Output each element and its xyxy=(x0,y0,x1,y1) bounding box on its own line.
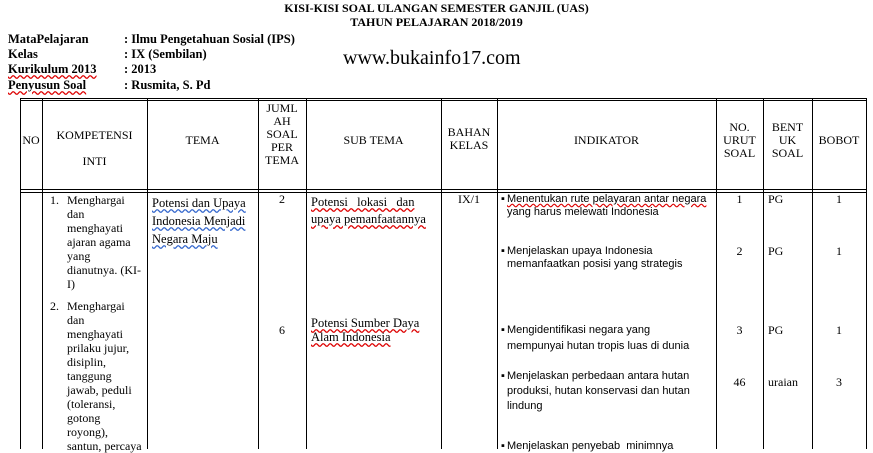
meta-label-subject: MataPelajaran xyxy=(8,32,89,46)
urut-soal-value: 1 xyxy=(736,192,743,206)
kompetensi-line: tanggung xyxy=(67,369,112,383)
meta-label-curriculum: Kurikulum 2013 xyxy=(8,62,97,76)
subtema-2-line: Alam Indonesia xyxy=(311,330,391,344)
bullet-icon: ▪ xyxy=(501,370,505,382)
header-tema: TEMA xyxy=(185,133,220,147)
bullet-icon: ▪ xyxy=(501,193,505,205)
kompetensi-line: I) xyxy=(67,277,75,291)
indikator-line: Menentukan rute pelayaran antar negara xyxy=(507,193,707,205)
bahan-kelas-value: IX/1 xyxy=(458,192,480,206)
meta-label-author: Penyusun Soal xyxy=(8,78,87,92)
jumlah-soal-tema-1: 2 xyxy=(279,192,285,206)
header-urut-line3: SOAL xyxy=(723,146,756,160)
meta-label-class: Kelas xyxy=(8,47,38,61)
kompetensi-line: Menghargai xyxy=(67,299,125,313)
kompetensi-item-1-number: 1. xyxy=(50,193,59,207)
header-kompetensi-line2: INTI xyxy=(82,154,107,168)
header-bobot: BOBOT xyxy=(818,133,860,147)
indikator-line: Menjelaskan perbedaan antara hutan xyxy=(507,370,690,382)
meta-value-class: : IX (Sembilan) xyxy=(124,47,207,61)
header-kompetensi: KOMPETENSI INTI xyxy=(42,122,147,174)
kompetensi-line: disiplin, xyxy=(67,355,107,369)
col-border-jumlah xyxy=(306,98,307,449)
kompetensi-line: dianutnya. (KI- xyxy=(67,263,141,277)
kompetensi-line: santun, percaya xyxy=(67,439,142,453)
kompetensi-line: menghayati xyxy=(67,327,123,341)
col-border-left xyxy=(20,98,21,449)
subtema-1-line: upaya pemanfaatannya xyxy=(311,212,426,226)
subtema-2: Potensi Sumber Daya Alam Indonesia xyxy=(311,316,438,344)
header-bentuk-line3: SOAL xyxy=(771,146,804,160)
urut-soal-value: 2 xyxy=(736,244,743,258)
header-indikator: INDIKATOR xyxy=(573,133,640,147)
header-jumlah-line5: TEMA xyxy=(265,153,299,167)
indikator-line: produksi, hutan konservasi dan hutan xyxy=(507,385,690,397)
tema-line: Negara Maju xyxy=(152,232,218,246)
kompetensi-line: menghayati xyxy=(67,221,123,235)
indikator-line: Mengidentifikasi negara yang xyxy=(507,324,651,336)
kompetensi-line: prilaku jujur, xyxy=(67,341,130,355)
indikator-line: Menjelaskan penyebab minimnya xyxy=(507,440,674,452)
header-jumlah-soal: JUML AH SOAL PER TEMA xyxy=(258,102,306,167)
kompetensi-item-2-number: 2. xyxy=(50,299,59,313)
subtema-2-line: Potensi Sumber Daya xyxy=(311,316,420,330)
bobot-value: 1 xyxy=(836,323,842,337)
indikator-item: ▪ Mengidentifikasi negara yang mempunyai… xyxy=(501,324,714,353)
kompetensi-line: yang xyxy=(67,249,91,263)
header-kompetensi-line1: KOMPETENSI xyxy=(56,128,133,142)
indikator-line: yang harus melewati Indonesia xyxy=(507,206,659,218)
kompetensi-line: gotong xyxy=(67,411,101,425)
tema-line: Potensi dan Upaya xyxy=(152,196,246,210)
indikator-line: mempunyai hutan tropis luas di dunia xyxy=(507,340,690,352)
indikator-item: ▪ Menjelaskan perbedaan antara hutan pro… xyxy=(501,369,714,414)
subtema-1: Potensi lokasi dan upaya pemanfaatannya xyxy=(311,194,438,228)
urut-soal-value: 46 xyxy=(733,375,746,389)
kompetensi-line: jawab, peduli xyxy=(67,383,132,397)
kompetensi-line: dan xyxy=(67,313,85,327)
meta-value-author: : Rusmita, S. Pd xyxy=(124,78,211,92)
kompetensi-line: Menghargai xyxy=(67,193,125,207)
bullet-icon: ▪ xyxy=(501,440,505,452)
kompetensi-line: dan xyxy=(67,207,85,221)
bullet-icon: ▪ xyxy=(501,245,505,257)
indikator-line: lindung xyxy=(507,400,543,412)
watermark-url: www.bukainfo17.com xyxy=(343,47,521,69)
kompetensi-line: royong), xyxy=(67,425,108,439)
header-no: NO xyxy=(22,133,40,147)
bentuk-soal-value: uraian xyxy=(768,375,798,389)
indikator-item: ▪ Menjelaskan upaya Indonesia memanfaatk… xyxy=(501,245,714,271)
col-border-bahan xyxy=(497,98,498,449)
col-border-bentuk xyxy=(812,98,813,449)
tema-line: Indonesia Menjadi xyxy=(152,214,246,228)
kompetensi-line: ajaran agama xyxy=(67,235,131,249)
indikator-line: memanfaatkan posisi yang strategis xyxy=(507,258,683,270)
col-border-right xyxy=(866,98,867,449)
indikator-item: ▪ Menentukan rute pelayaran antar negara… xyxy=(501,193,714,219)
bentuk-soal-value: PG xyxy=(768,244,784,258)
bobot-value: 1 xyxy=(836,244,842,258)
bentuk-soal-value: PG xyxy=(768,192,784,206)
header-bahan-line2: KELAS xyxy=(449,138,489,152)
bentuk-soal-value: PG xyxy=(768,323,784,337)
kompetensi-line: (toleransi, xyxy=(67,397,116,411)
col-border-kompetensi xyxy=(147,98,148,449)
bullet-icon: ▪ xyxy=(501,324,505,336)
document-title-line2: TAHUN PELAJARAN 2018/2019 xyxy=(350,15,523,29)
bobot-value: 3 xyxy=(836,375,842,389)
subtema-1-line: Potensi lokasi dan xyxy=(311,195,415,209)
bobot-value: 1 xyxy=(836,192,842,206)
document-title-line1: KISI-KISI SOAL ULANGAN SEMESTER GANJIL (… xyxy=(284,1,589,15)
header-bentuk-soal: BENT UK SOAL xyxy=(763,121,812,160)
indikator-item: ▪ Menjelaskan penyebab minimnya xyxy=(501,440,714,453)
meta-value-curriculum: : 2013 xyxy=(124,62,157,76)
header-subtema: SUB TEMA xyxy=(343,133,404,147)
tema-cell: Potensi dan Upaya Indonesia Menjadi Nega… xyxy=(152,194,246,248)
indikator-line: Menjelaskan upaya Indonesia xyxy=(507,245,653,257)
urut-soal-value: 3 xyxy=(736,323,743,337)
meta-value-subject: : Ilmu Pengetahuan Sosial (IPS) xyxy=(124,32,295,46)
header-no-urut-soal: NO. URUT SOAL xyxy=(716,121,763,160)
header-bahan-kelas: BAHAN KELAS xyxy=(441,126,497,152)
jumlah-soal-tema-2: 6 xyxy=(279,323,285,337)
